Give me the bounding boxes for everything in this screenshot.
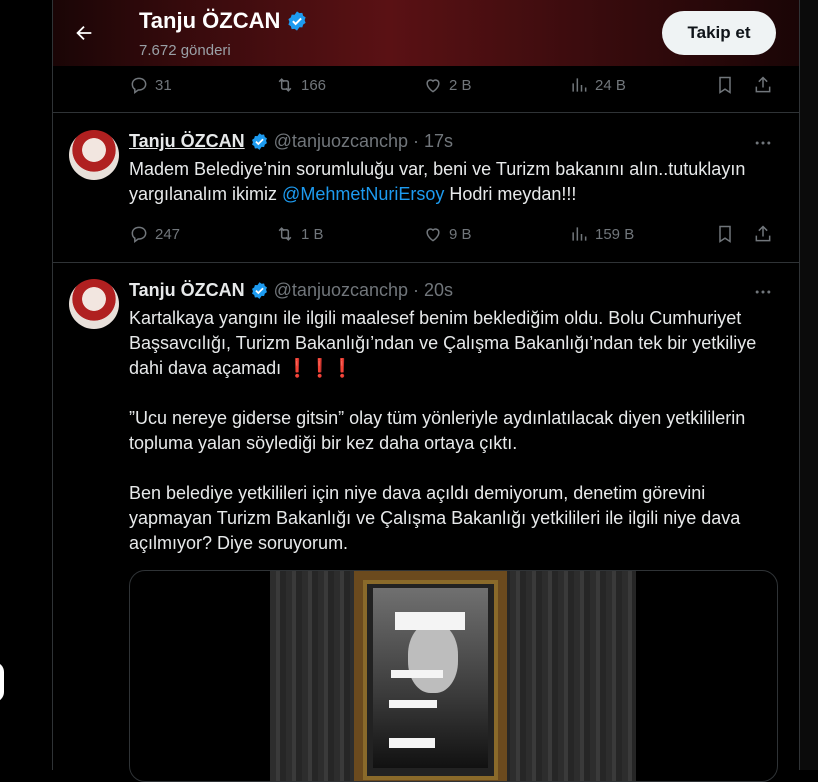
views-button[interactable]: 24 B xyxy=(569,75,626,95)
like-button[interactable]: 9 B xyxy=(423,224,472,244)
bookmark-icon xyxy=(719,225,731,243)
separator-dot: · xyxy=(413,280,420,300)
tweet-text: Kartalkaya yangını ile ilgili maalesef b… xyxy=(129,306,779,556)
bookmark-button[interactable] xyxy=(715,224,735,244)
like-icon xyxy=(426,228,440,242)
paper-strip xyxy=(395,612,465,630)
paper-strip xyxy=(389,700,437,708)
repost-button[interactable]: 166 xyxy=(275,75,326,95)
repost-button[interactable]: 1 B xyxy=(275,224,324,244)
divider xyxy=(53,262,799,263)
repost-count: 1 B xyxy=(301,225,324,243)
tweet-paragraph: Kartalkaya yangını ile ilgili maalesef b… xyxy=(129,306,779,381)
bookmark-icon xyxy=(719,76,731,94)
exclamation-emoji: ❗️❗️❗️ xyxy=(286,358,354,378)
divider xyxy=(53,112,799,113)
tweet-text: Madem Belediye’nin sorumluluğu var, beni… xyxy=(129,157,779,207)
paper-strip xyxy=(389,738,435,748)
tweet-paragraph: ”Ucu nereye giderse gitsin” olay tüm yön… xyxy=(129,408,746,453)
share-button[interactable] xyxy=(753,75,773,95)
like-icon xyxy=(426,79,440,93)
follow-button[interactable]: Takip et xyxy=(662,11,776,55)
tweet-time[interactable]: 20s xyxy=(424,280,453,301)
share-button[interactable] xyxy=(753,224,773,244)
profile-name: Tanju ÖZCAN xyxy=(139,8,281,33)
bookmark-button[interactable] xyxy=(715,75,735,95)
views-icon xyxy=(572,227,587,241)
left-nav-strip xyxy=(0,0,52,770)
like-button[interactable]: 2 B xyxy=(423,75,472,95)
more-button[interactable] xyxy=(751,131,775,155)
timeline-column: Tanju ÖZCAN 7.672 gönderi Takip et 31 16… xyxy=(52,0,800,782)
more-button[interactable] xyxy=(751,280,775,304)
verified-badge-icon xyxy=(288,11,306,31)
mention-link[interactable]: @MehmetNuriErsoy xyxy=(282,184,444,204)
more-icon xyxy=(755,290,771,294)
verified-badge-icon xyxy=(251,133,267,150)
tweet-text-part: Kartalkaya yangını ile ilgili maalesef b… xyxy=(129,308,757,378)
back-button[interactable] xyxy=(69,18,99,48)
author-handle[interactable]: @tanjuozcanchp xyxy=(274,131,408,152)
tweet-header: Tanju ÖZCAN @tanjuozcanchp · 20s xyxy=(129,280,453,301)
tweet-text-part: Hodri meydan!!! xyxy=(444,184,577,204)
views-count: 159 B xyxy=(595,225,635,243)
back-arrow-icon xyxy=(76,25,92,41)
prev-tweet-actions: 31 166 2 B 24 B xyxy=(129,73,775,97)
tweet-paragraph: Ben belediye yetkilileri için niye dava … xyxy=(129,483,741,553)
profile-name-row: Tanju ÖZCAN xyxy=(139,8,308,34)
portrait-image xyxy=(373,588,488,768)
tweet-actions: 247 1 B 9 B 159 B xyxy=(129,222,775,246)
reply-button[interactable]: 247 xyxy=(129,224,180,244)
reply-icon xyxy=(131,77,147,94)
repost-count: 166 xyxy=(301,76,327,94)
avatar[interactable] xyxy=(69,130,119,180)
video-thumbnail[interactable] xyxy=(270,571,636,781)
repost-icon xyxy=(278,78,292,92)
profile-header: Tanju ÖZCAN 7.672 gönderi Takip et xyxy=(53,0,799,66)
reply-count: 247 xyxy=(155,225,181,243)
tweet-time[interactable]: 17s xyxy=(424,131,453,152)
author-name[interactable]: Tanju ÖZCAN xyxy=(129,131,245,152)
post-count: 7.672 gönderi xyxy=(139,42,231,59)
portrait-face xyxy=(408,623,458,693)
share-icon xyxy=(755,225,771,242)
author-handle[interactable]: @tanjuozcanchp xyxy=(274,280,408,301)
repost-icon xyxy=(278,227,292,241)
paper-strip xyxy=(391,670,443,678)
tweet-header: Tanju ÖZCAN @tanjuozcanchp · 17s xyxy=(129,131,453,152)
views-count: 24 B xyxy=(595,76,626,94)
verified-badge-icon xyxy=(251,282,267,299)
like-count: 9 B xyxy=(449,225,472,243)
author-name[interactable]: Tanju ÖZCAN xyxy=(129,280,245,301)
views-button[interactable]: 159 B xyxy=(569,224,634,244)
reply-icon xyxy=(131,226,147,243)
tweet-media[interactable] xyxy=(129,570,778,782)
share-icon xyxy=(755,76,771,93)
reply-count: 31 xyxy=(155,76,172,94)
avatar[interactable] xyxy=(69,279,119,329)
separator-dot: · xyxy=(413,131,420,151)
views-icon xyxy=(572,78,587,92)
portrait-frame xyxy=(354,571,507,781)
like-count: 2 B xyxy=(449,76,472,94)
reply-button[interactable]: 31 xyxy=(129,75,172,95)
scrollbar[interactable] xyxy=(800,0,818,770)
more-icon xyxy=(755,141,771,145)
